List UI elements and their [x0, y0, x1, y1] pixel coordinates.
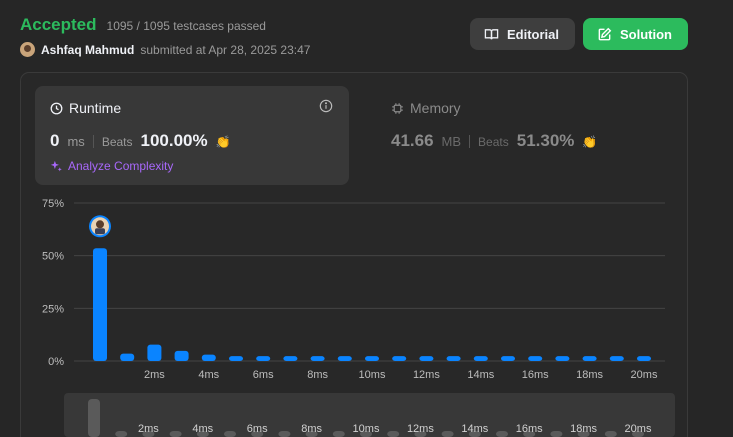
- x-tick-label: 18ms: [576, 369, 603, 381]
- range-selector[interactable]: 2ms 4ms 6ms 8ms 10ms 12ms 14ms 16ms 18ms 20ms: [64, 393, 675, 437]
- result-header: Accepted 1095 / 1095 testcases passed As…: [20, 15, 310, 57]
- user-avatar[interactable]: [20, 42, 35, 57]
- runtime-title: Runtime: [69, 100, 122, 116]
- minimap-bar: [550, 431, 563, 437]
- status-accepted[interactable]: Accepted: [20, 15, 97, 35]
- chart-bar[interactable]: [174, 350, 189, 361]
- minimap-tick-label: 10ms: [353, 423, 380, 435]
- solution-button[interactable]: Solution: [583, 18, 688, 50]
- minimap-tick-label: 4ms: [192, 423, 213, 435]
- info-icon[interactable]: [319, 99, 333, 113]
- chart-bar[interactable]: [392, 356, 407, 361]
- minimap-bar: [169, 431, 182, 437]
- runtime-value: 0: [50, 131, 60, 150]
- analyze-complexity-link[interactable]: Analyze Complexity: [50, 159, 173, 173]
- y-tick-label: 25%: [42, 303, 64, 315]
- minimap-bar: [496, 431, 508, 437]
- chart-bar[interactable]: [201, 354, 216, 361]
- minimap-bar: [441, 431, 454, 437]
- chart-bar[interactable]: [473, 356, 488, 361]
- runtime-unit: ms: [67, 134, 85, 149]
- x-tick-label: 8ms: [307, 369, 328, 381]
- memory-beats-label: Beats: [478, 135, 509, 149]
- sparkle-icon: [50, 160, 62, 171]
- chart-bar[interactable]: [609, 356, 624, 361]
- range-minimap: 2ms 4ms 6ms 8ms 10ms 12ms 14ms 16ms 18ms 20ms: [88, 399, 652, 437]
- minimap-bar: [604, 431, 617, 437]
- minimap-bar: [387, 431, 400, 437]
- minimap-tick-label: 2ms: [138, 423, 159, 435]
- minimap-tick-label: 14ms: [461, 423, 488, 435]
- chart-bar[interactable]: [256, 356, 271, 361]
- chart-bar[interactable]: [229, 356, 243, 361]
- clap-icon: 👏: [582, 135, 598, 149]
- chart-bar[interactable]: [93, 248, 107, 361]
- chart-bar[interactable]: [419, 356, 434, 361]
- minimap-tick-label: 16ms: [516, 423, 543, 435]
- chart-bar[interactable]: [555, 356, 570, 361]
- submitted-time: submitted at Apr 28, 2025 23:47: [140, 42, 311, 57]
- runtime-beats-value: 100.00%: [140, 131, 208, 150]
- chart-bar[interactable]: [147, 344, 162, 361]
- y-tick-label: 50%: [42, 251, 64, 263]
- minimap-bar: [115, 431, 128, 437]
- editorial-button[interactable]: Editorial: [470, 18, 575, 50]
- minimap-bar: [88, 399, 100, 437]
- x-tick-label: 16ms: [522, 369, 549, 381]
- clap-icon: 👏: [215, 135, 231, 149]
- minimap-tick-label: 20ms: [625, 423, 652, 435]
- x-tick-label: 20ms: [631, 369, 658, 381]
- runtime-beats-label: Beats: [101, 135, 133, 149]
- chart-bar[interactable]: [283, 356, 298, 361]
- divider: [469, 134, 471, 148]
- chart-bar[interactable]: [637, 356, 651, 361]
- runtime-distribution-chart[interactable]: 0% 25% 50% 75% 2ms 4ms 6ms 8ms 10ms 12ms 14ms 16ms 1…: [0, 195, 733, 385]
- y-tick-label: 75%: [42, 198, 64, 210]
- analyze-label: Analyze Complexity: [68, 159, 174, 173]
- your-submission-avatar: [89, 215, 111, 238]
- chart-bar[interactable]: [365, 356, 379, 361]
- chart-bar[interactable]: [310, 356, 325, 361]
- x-tick-label: 10ms: [359, 369, 386, 381]
- user-name[interactable]: Ashfaq Mahmud: [41, 43, 134, 57]
- book-icon: [484, 28, 499, 39]
- x-tick-label: 14ms: [467, 369, 494, 381]
- chart-bar[interactable]: [446, 356, 461, 361]
- minimap-tick-label: 6ms: [247, 423, 268, 435]
- x-tick-label: 6ms: [253, 369, 274, 381]
- y-tick-label: 0%: [48, 356, 64, 368]
- memory-value: 41.66: [391, 131, 434, 150]
- chart-bar[interactable]: [337, 356, 352, 361]
- minimap-tick-label: 18ms: [570, 423, 597, 435]
- solution-label: Solution: [620, 26, 672, 42]
- clock-icon: [50, 102, 63, 114]
- chip-icon: [392, 102, 403, 114]
- edit-icon: [598, 27, 612, 40]
- chart-bar[interactable]: [582, 356, 597, 361]
- minimap-tick-label: 12ms: [407, 423, 434, 435]
- memory-beats-value: 51.30%: [516, 131, 575, 150]
- minimap-tick-label: 8ms: [301, 423, 322, 435]
- runtime-card[interactable]: Runtime 0 ms Beats 100.00% 👏 Analyze Com…: [35, 86, 349, 185]
- memory-unit: MB: [441, 134, 462, 149]
- chart-bar[interactable]: [120, 353, 135, 361]
- minimap-bar: [278, 431, 291, 437]
- x-tick-label: 4ms: [198, 369, 219, 381]
- memory-title: Memory: [410, 100, 461, 116]
- testcases-count: 1095 / 1095 testcases passed: [106, 19, 266, 33]
- minimap-bar: [332, 431, 345, 437]
- memory-card[interactable]: Memory 41.66 MB Beats 51.30% 👏: [376, 86, 676, 185]
- chart-bar[interactable]: [501, 356, 515, 361]
- divider: [92, 134, 94, 148]
- minimap-bar: [224, 431, 236, 437]
- editorial-label: Editorial: [507, 26, 560, 42]
- x-tick-label: 12ms: [413, 369, 440, 381]
- x-tick-label: 2ms: [144, 369, 165, 381]
- chart-bar[interactable]: [528, 356, 543, 361]
